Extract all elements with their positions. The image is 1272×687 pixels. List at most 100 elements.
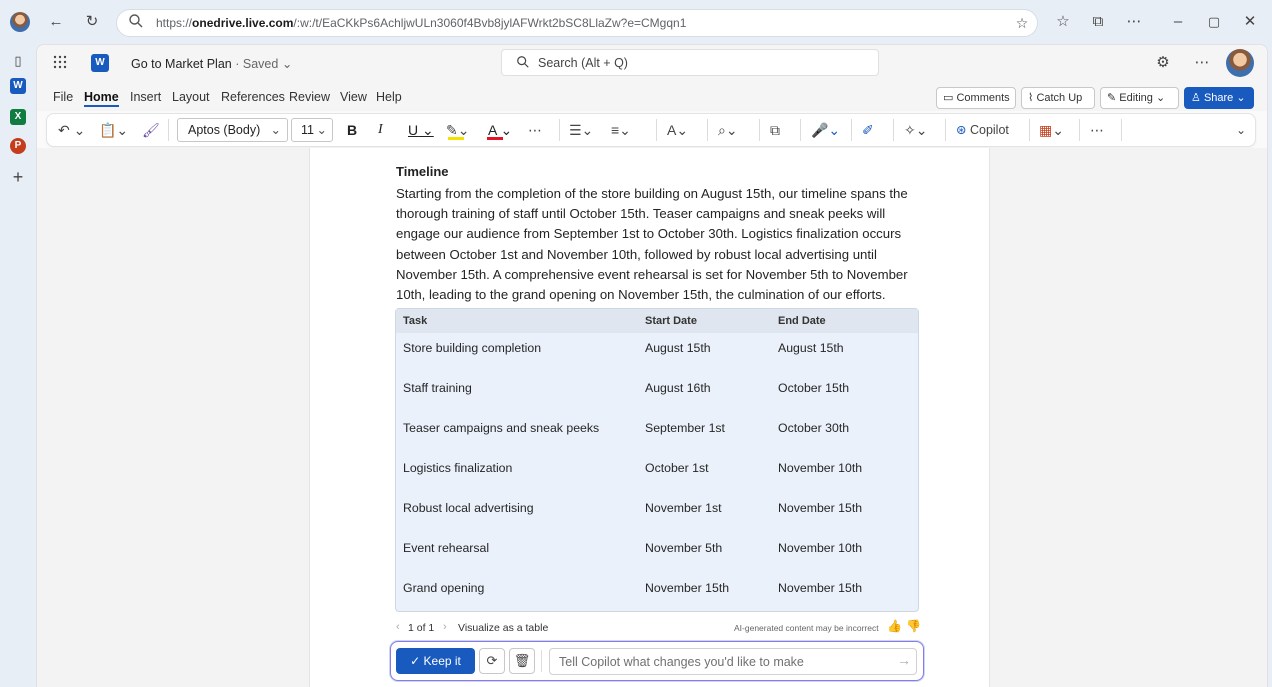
table-cell: September 1st [645,421,725,435]
more-icon[interactable]: ⋯ [1192,53,1212,73]
thumbs-down-icon[interactable]: 👎 [906,619,921,633]
table-cell: Staff training [403,381,472,395]
send-icon[interactable]: → [897,652,911,668]
share-button[interactable]: ♙ Share ⌄ [1184,87,1254,109]
tab-view[interactable]: View [340,90,367,104]
table-cell: Event rehearsal [403,541,490,555]
font-size-select[interactable]: 11 ⌄ [291,118,333,142]
header-end-date: End Date [778,315,826,327]
styles-icon[interactable]: A⌄ [667,120,688,140]
user-avatar[interactable] [1226,49,1254,77]
comments-button[interactable]: ▭ Comments [936,87,1016,109]
undo-icon[interactable]: ↶ ⌄ [58,120,85,140]
editor-icon[interactable]: ✐ [862,120,874,140]
back-icon[interactable]: ← [46,12,66,32]
collections-icon[interactable]: ⧉ [1088,12,1108,32]
divider [1079,119,1080,141]
table-cell: August 15th [778,341,844,355]
table-cell: November 10th [778,461,863,475]
more-icon[interactable]: ⋯ [1090,120,1104,140]
paste-icon[interactable]: 📋⌄ [99,120,128,140]
pencil-icon: ✎ [1107,92,1117,104]
regenerate-icon[interactable]: ⟳ [479,648,505,674]
ai-disclaimer: AI-generated content may be incorrect [734,623,879,633]
minimize-icon[interactable]: – [1168,12,1188,32]
table-cell: Logistics finalization [403,461,513,475]
prev-icon[interactable]: ‹ [396,621,400,633]
tab-home[interactable]: Home [84,90,119,107]
visualize-table-link[interactable]: Visualize as a table [458,622,548,634]
maximize-icon[interactable]: ▢ [1204,12,1224,32]
table-cell: Robust local advertising [403,501,534,515]
word-icon[interactable]: W [10,78,26,94]
format-painter-icon[interactable]: 🖌 [142,120,160,140]
catch-up-button[interactable]: ⌇ Catch Up [1021,87,1095,109]
document-title[interactable]: Go to Market Plan · Saved ⌄ [131,56,292,71]
tab-layout[interactable]: Layout [172,90,210,104]
waffle-icon[interactable] [52,54,68,75]
table-cell: Grand opening [403,581,485,595]
divider [1029,119,1030,141]
editing-mode-button[interactable]: ✎ Editing ⌄ [1100,87,1179,109]
table-cell: November 15th [778,501,863,515]
pulse-icon: ⌇ [1028,92,1034,104]
table-cell: November 10th [778,541,863,555]
tab-review[interactable]: Review [289,90,330,104]
tab-file[interactable]: File [53,90,73,104]
dictate-icon[interactable]: 🎤⌄ [811,120,840,140]
designer-icon[interactable]: ✧⌄ [904,120,927,140]
bullets-icon[interactable]: ☰⌄ [569,120,593,140]
excel-icon[interactable]: X [10,109,26,125]
table-cell: November 15th [778,581,863,595]
underline-button[interactable]: U ⌄ [408,120,434,140]
close-icon[interactable]: ✕ [1240,12,1260,32]
refresh-icon[interactable]: ↻ [82,12,102,32]
add-icon[interactable]: + [8,167,28,187]
tab-help[interactable]: Help [376,90,402,104]
italic-button[interactable]: I [378,120,383,140]
divider [707,119,708,141]
expand-ribbon-icon[interactable]: ⌄ [1236,120,1246,140]
divider [851,119,852,141]
check-icon: ✓ [410,654,421,668]
table-cell: November 5th [645,541,723,555]
highlight-color-swatch [448,137,464,140]
favorites-icon[interactable]: ☆ [1053,12,1073,32]
word-app-icon: W [91,54,109,72]
thumbs-up-icon[interactable]: 👍 [887,619,902,633]
divider [541,650,542,672]
keep-it-button[interactable]: ✓ Keep it [396,648,475,674]
paragraph: Starting from the completion of the stor… [396,186,908,303]
star-icon[interactable]: ☆ [1012,13,1032,33]
font-family-select[interactable]: Aptos (Body) ⌄ [177,118,288,142]
find-icon[interactable]: ⌕⌄ [718,120,738,140]
divider [800,119,801,141]
search-icon [128,13,144,34]
more-icon[interactable]: ⋯ [1124,12,1144,32]
align-icon[interactable]: ≡⌄ [611,120,631,140]
divider [656,119,657,141]
settings-icon[interactable]: ⚙ [1153,53,1173,73]
next-icon[interactable]: › [443,621,447,633]
divider [893,119,894,141]
divider [559,119,560,141]
powerpoint-icon[interactable]: P [10,138,26,154]
divider [1121,119,1122,141]
header-task: Task [403,315,428,327]
table-cell: August 15th [645,341,711,355]
reuse-files-icon[interactable]: ⧉ [770,120,780,140]
section-heading: Timeline [396,164,449,179]
pager-text: 1 of 1 [408,622,435,634]
divider [759,119,760,141]
copilot-icon: ⊛ [956,123,967,137]
copilot-button[interactable]: ⊛ Copilot [956,120,1009,140]
bold-button[interactable]: B [347,120,357,140]
profile-avatar[interactable] [10,12,30,32]
apps-icon[interactable]: ▦⌄ [1039,120,1064,140]
delete-icon[interactable]: 🗑 [509,648,535,674]
tabs-icon[interactable]: ▯ [8,51,28,71]
tab-insert[interactable]: Insert [130,90,161,104]
more-font-icon[interactable]: ⋯ [528,120,542,140]
tab-references[interactable]: References [221,90,285,104]
copilot-placeholder: Tell Copilot what changes you'd like to … [559,655,804,669]
